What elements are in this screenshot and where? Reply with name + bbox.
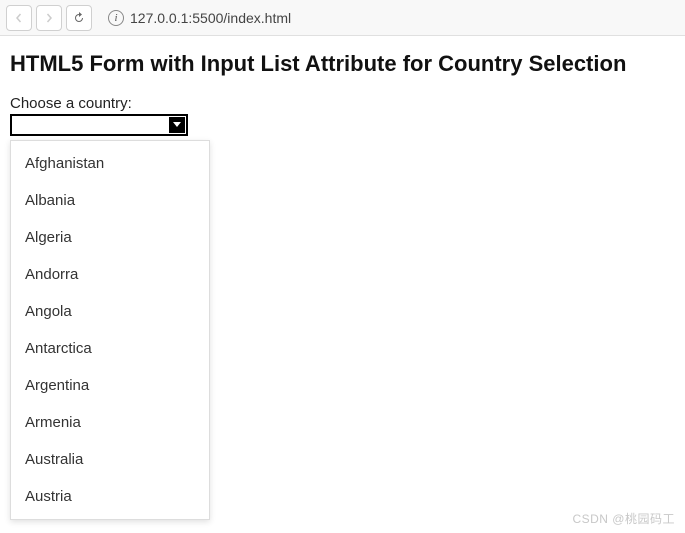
list-item[interactable]: Angola	[11, 293, 209, 330]
page-title: HTML5 Form with Input List Attribute for…	[10, 50, 675, 79]
country-input[interactable]	[10, 114, 188, 136]
page-content: HTML5 Form with Input List Attribute for…	[0, 36, 685, 150]
country-datalist-popup: Afghanistan Albania Algeria Andorra Ango…	[10, 140, 210, 520]
forward-button[interactable]	[36, 5, 62, 31]
list-item[interactable]: Afghanistan	[11, 145, 209, 182]
chevron-left-icon	[14, 13, 24, 23]
back-button[interactable]	[6, 5, 32, 31]
watermark: CSDN @桃园码工	[572, 510, 675, 527]
url-text: 127.0.0.1:5500/index.html	[130, 10, 291, 26]
browser-toolbar: i 127.0.0.1:5500/index.html	[0, 0, 685, 36]
list-item[interactable]: Austria	[11, 478, 209, 515]
chevron-right-icon	[44, 13, 54, 23]
list-item[interactable]: Argentina	[11, 367, 209, 404]
reload-button[interactable]	[66, 5, 92, 31]
list-item[interactable]: Armenia	[11, 404, 209, 441]
list-item[interactable]: Albania	[11, 182, 209, 219]
country-label: Choose a country:	[10, 95, 675, 112]
country-combo: Afghanistan Albania Algeria Andorra Ango…	[10, 114, 188, 136]
list-item[interactable]: Antarctica	[11, 330, 209, 367]
reload-icon	[73, 12, 85, 24]
list-item[interactable]: Algeria	[11, 219, 209, 256]
address-bar[interactable]: i 127.0.0.1:5500/index.html	[104, 5, 679, 31]
list-item[interactable]: Australia	[11, 441, 209, 478]
list-item[interactable]: Andorra	[11, 256, 209, 293]
info-icon: i	[108, 10, 124, 26]
